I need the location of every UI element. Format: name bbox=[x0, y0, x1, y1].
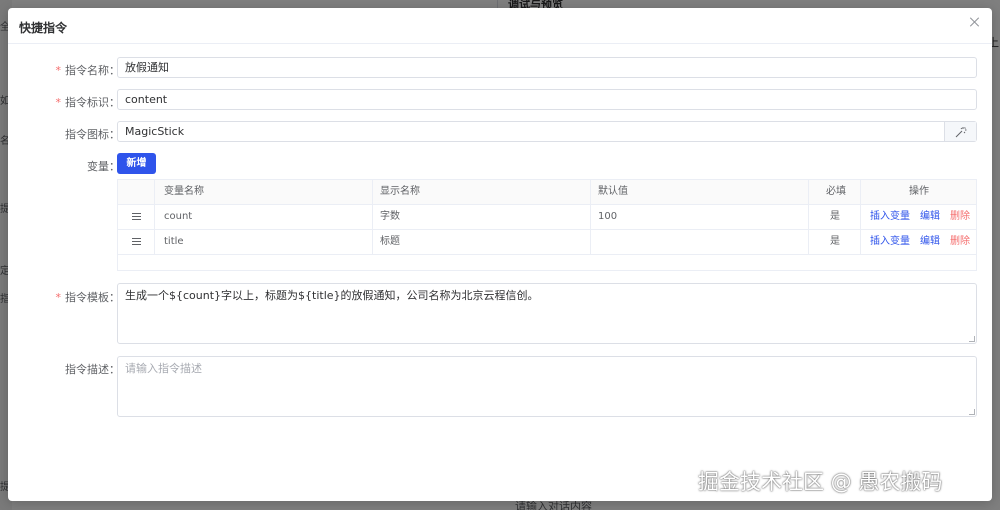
edit-link[interactable]: 编辑 bbox=[920, 236, 940, 247]
quick-command-dialog: 快捷指令 * 指令名称： 放假通知 * 指令标识： content 指令图标： Ma… bbox=[8, 8, 992, 501]
required-star: * bbox=[55, 64, 62, 77]
display-name-cell: 标题 bbox=[380, 236, 400, 247]
delete-link[interactable]: 删除 bbox=[950, 211, 970, 222]
command-identifier-input[interactable]: content bbox=[117, 89, 977, 110]
close-icon[interactable] bbox=[968, 16, 982, 30]
variable-name-cell: count bbox=[164, 211, 193, 222]
resize-handle[interactable] bbox=[969, 336, 975, 342]
default-value-cell: 100 bbox=[598, 211, 618, 222]
dialog-title: 快捷指令 bbox=[19, 21, 68, 35]
watermark: 掘金技术社区 @ 愚农搬码 bbox=[698, 470, 943, 494]
required-cell: 是 bbox=[830, 236, 840, 247]
template-label: * 指令模板： bbox=[55, 291, 121, 304]
drag-handle-icon[interactable] bbox=[132, 238, 141, 246]
dialog-header: 快捷指令 bbox=[8, 8, 992, 44]
column-header: 默认值 bbox=[598, 186, 628, 197]
required-cell: 是 bbox=[830, 211, 840, 222]
column-header: 操作 bbox=[909, 186, 929, 197]
column-header: 显示名称 bbox=[380, 186, 420, 197]
add-variable-button[interactable]: 新增 bbox=[117, 153, 156, 174]
icon-picker-button[interactable] bbox=[944, 122, 976, 141]
description-placeholder: 请输入指令描述 bbox=[125, 362, 202, 375]
table-row: title 标题 是 插入变量 编辑 删除 bbox=[118, 230, 976, 255]
command-description-textarea[interactable]: 请输入指令描述 bbox=[117, 356, 977, 417]
icon-label: 指令图标： bbox=[65, 128, 120, 141]
variables-table: 变量名称 显示名称 默认值 必填 操作 count 字数 100 是 插入变量编… bbox=[117, 179, 977, 271]
drag-handle-icon[interactable] bbox=[132, 213, 141, 221]
column-header: 必填 bbox=[826, 186, 846, 197]
row-actions: 插入变量 编辑 删除 bbox=[870, 205, 970, 229]
variable-name-cell: title bbox=[164, 236, 184, 247]
command-template-textarea[interactable]: 生成一个${count}字以上，标题为${title}的放假通知，公司名称为北京… bbox=[117, 283, 977, 344]
required-star: * bbox=[55, 291, 62, 304]
command-icon-input[interactable]: MagicStick bbox=[117, 121, 977, 142]
table-row: count 字数 100 是 插入变量 编辑 删除 bbox=[118, 205, 976, 230]
command-icon-value: MagicStick bbox=[125, 125, 185, 138]
variables-label: 变量： bbox=[87, 160, 120, 173]
name-label: * 指令名称： bbox=[55, 64, 121, 77]
insert-variable-link[interactable]: 插入变量 bbox=[870, 236, 910, 247]
column-header: 变量名称 bbox=[164, 186, 204, 197]
delete-link[interactable]: 删除 bbox=[950, 236, 970, 247]
description-label: 指令描述： bbox=[65, 363, 120, 376]
insert-variable-link[interactable]: 插入变量 bbox=[870, 211, 910, 222]
identifier-label: * 指令标识： bbox=[55, 96, 121, 109]
magic-stick-icon bbox=[955, 126, 966, 137]
table-header: 变量名称 显示名称 默认值 必填 操作 bbox=[118, 180, 976, 205]
row-actions: 插入变量 编辑 删除 bbox=[870, 230, 970, 254]
required-star: * bbox=[55, 96, 62, 109]
display-name-cell: 字数 bbox=[380, 211, 400, 222]
template-text: 生成一个${count}字以上，标题为${title}的放假通知，公司名称为北京… bbox=[125, 289, 539, 302]
resize-handle[interactable] bbox=[969, 409, 975, 415]
command-name-input[interactable]: 放假通知 bbox=[117, 57, 977, 78]
edit-link[interactable]: 编辑 bbox=[920, 211, 940, 222]
